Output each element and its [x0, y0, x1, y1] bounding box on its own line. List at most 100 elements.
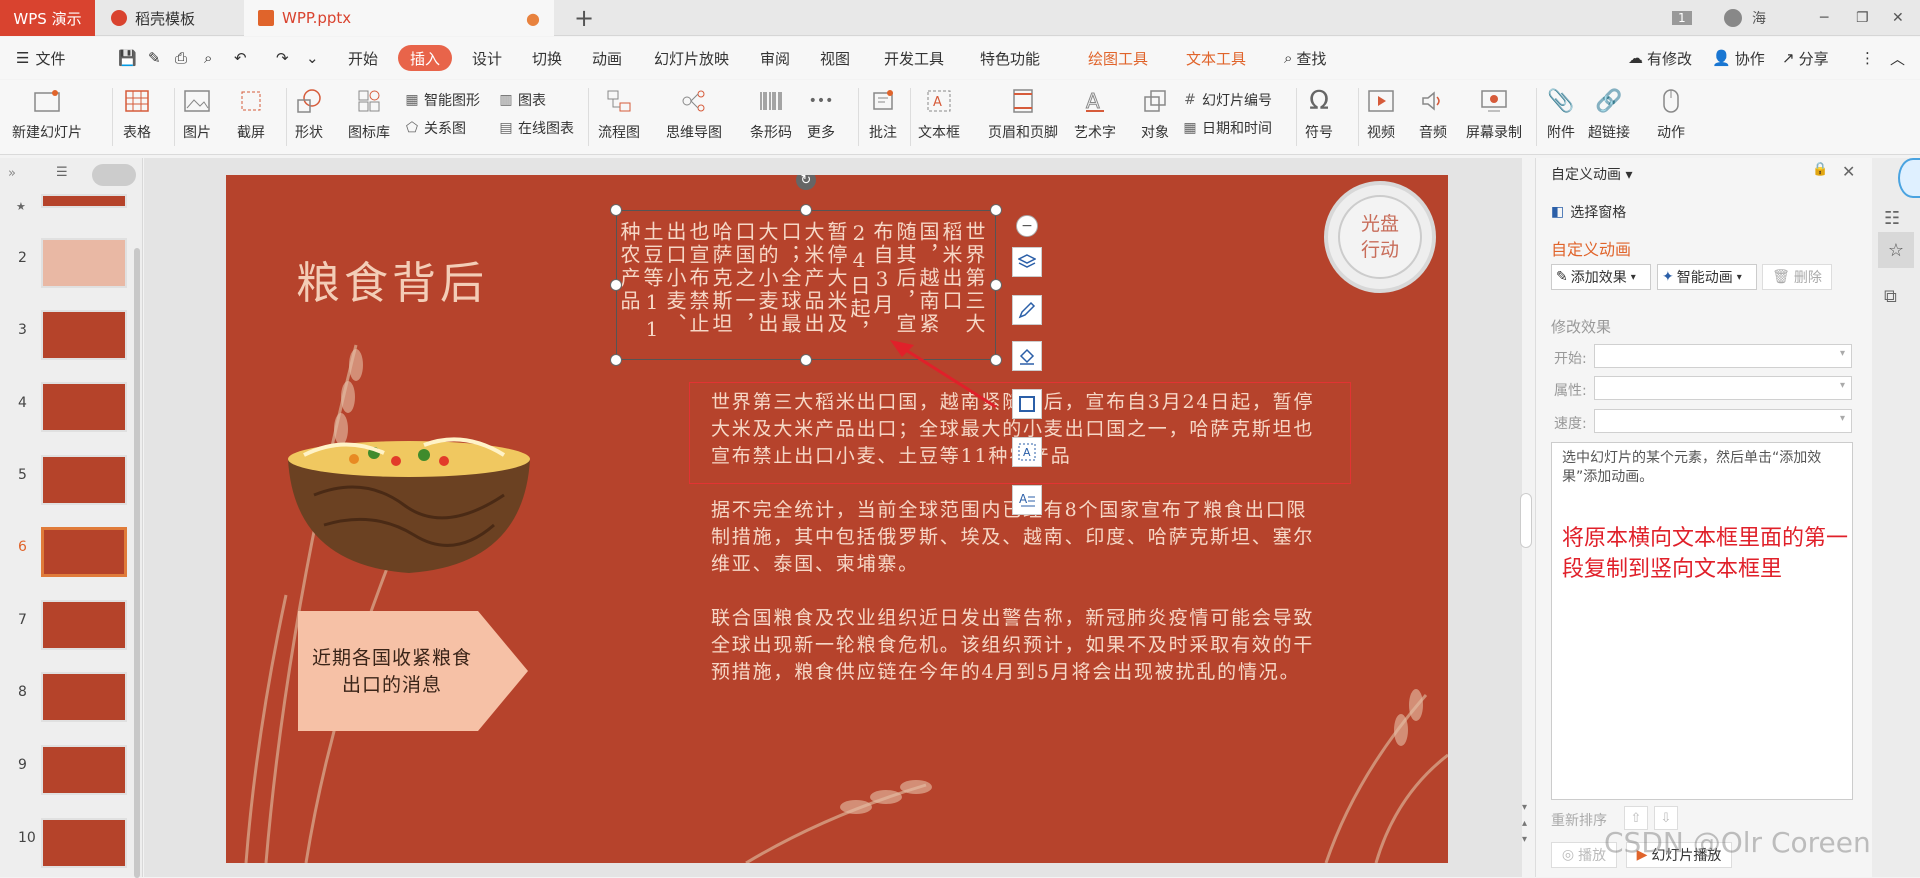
more-menu-icon[interactable]: ⋮ — [1860, 45, 1875, 71]
slide-thumbnail-active[interactable] — [41, 527, 127, 577]
more-button[interactable]: ••• 更多 — [806, 86, 836, 142]
menu-slideshow[interactable]: 幻灯片放映 — [654, 45, 729, 71]
symbol-button[interactable]: Ω 符号 — [1304, 86, 1334, 142]
collapse-ribbon-icon[interactable]: ︿ — [1890, 45, 1905, 71]
format-painter-icon[interactable]: ✎ — [148, 45, 161, 71]
slide-thumbnail[interactable] — [41, 455, 127, 505]
start-select[interactable]: ▾ — [1594, 344, 1852, 368]
minimize-icon[interactable]: ─ — [1820, 0, 1828, 36]
action-button[interactable]: 动作 — [1656, 86, 1686, 142]
menu-features[interactable]: 特色功能 — [980, 45, 1040, 71]
workspace-scrollbar[interactable] — [1520, 493, 1532, 548]
settings-sliders-icon[interactable]: ☷ — [1884, 208, 1900, 229]
slide-canvas[interactable]: 粮食背后 光盘 行动 近期各国收紧粮食出口的消息 世界第三大稻米出口国，越南紧随… — [226, 175, 1448, 863]
save-icon[interactable]: 💾 — [118, 45, 137, 71]
transition-icon[interactable]: ⧉ — [1884, 286, 1897, 307]
icon-library-button[interactable]: 图标库 — [348, 86, 390, 142]
new-tab-button[interactable]: + — [572, 0, 596, 36]
animation-star-icon[interactable]: ☆ — [1878, 232, 1914, 268]
relation-chart-button[interactable]: ⬠ 关系图 — [404, 118, 466, 138]
image-button[interactable]: 图片 — [182, 86, 212, 142]
user-profile[interactable]: 海 — [1724, 0, 1766, 36]
slide-view-icon[interactable] — [92, 164, 136, 186]
speed-select[interactable]: ▾ — [1594, 409, 1852, 433]
slide-thumbnail[interactable] — [41, 600, 127, 650]
resize-handle[interactable] — [610, 279, 622, 291]
new-slide-button[interactable]: 新建幻灯片 — [12, 86, 82, 142]
undo-icon[interactable]: ↶ — [234, 45, 247, 71]
pen-icon[interactable] — [1012, 295, 1042, 325]
preview-icon[interactable]: ⌕ — [204, 45, 212, 71]
smart-art-button[interactable]: ▦ 智能图形 — [404, 90, 480, 110]
file-menu[interactable]: ☰ 文件 — [16, 45, 65, 71]
slide-title[interactable]: 粮食背后 — [296, 247, 488, 311]
close-icon[interactable]: ✕ — [1892, 0, 1904, 36]
cd-badge[interactable]: 光盘 行动 — [1324, 181, 1436, 293]
tab-document[interactable]: WPP.pptx ● — [244, 0, 554, 36]
delete-button[interactable]: 🗑 删除 — [1762, 264, 1832, 290]
share-button[interactable]: ↗ 分享 — [1782, 45, 1829, 71]
changes-button[interactable]: ☁ 有修改 — [1628, 45, 1692, 71]
menu-view[interactable]: 视图 — [820, 45, 850, 71]
art-text-button[interactable]: A 艺术字 — [1074, 86, 1116, 142]
slide-thumbnail[interactable] — [41, 194, 127, 208]
menu-insert[interactable]: 插入 — [398, 45, 453, 71]
hyperlink-button[interactable]: 🔗 超链接 — [1588, 86, 1630, 142]
table-button[interactable]: 表格 — [122, 86, 152, 142]
paragraph-3[interactable]: 联合国粮食及农业组织近日发出警告称，新冠肺炎疫情可能会导致全球出现新一轮粮食危机… — [711, 605, 1321, 686]
slide-number-button[interactable]: # 幻灯片编号 — [1182, 90, 1272, 110]
resize-handle[interactable] — [800, 204, 812, 216]
resize-handle[interactable] — [800, 354, 812, 366]
fill-bucket-icon[interactable] — [1012, 341, 1042, 371]
quick-access-dropdown-icon[interactable]: ⌄ — [306, 45, 319, 71]
print-icon[interactable]: ⎙ — [175, 45, 187, 71]
menu-drawing-tools[interactable]: 绘图工具 — [1088, 45, 1148, 71]
outline-view-icon[interactable]: ☰ — [56, 165, 68, 180]
layers-icon[interactable] — [1012, 247, 1042, 277]
header-footer-button[interactable]: 页眉和页脚 — [988, 86, 1058, 142]
slide-thumbnail[interactable] — [41, 745, 127, 795]
textbox-button[interactable]: A 文本框 — [918, 86, 960, 142]
audio-button[interactable]: 音频 — [1418, 86, 1448, 142]
resize-handle[interactable] — [990, 279, 1002, 291]
screenshot-button[interactable]: 截屏 — [236, 86, 266, 142]
slide-thumbnail[interactable] — [41, 818, 127, 868]
thumbnail-scrollbar[interactable] — [134, 248, 140, 878]
close-panel-icon[interactable]: ✕ — [1842, 162, 1855, 181]
comment-button[interactable]: 批注 — [868, 86, 898, 142]
tab-wps[interactable]: WPS 演示 — [0, 0, 95, 36]
panel-title[interactable]: 自定义动画 ▾ — [1551, 164, 1632, 184]
menu-text-tools[interactable]: 文本工具 — [1186, 45, 1246, 71]
mindmap-button[interactable]: 思维导图 — [666, 86, 722, 142]
flowchart-button[interactable]: 流程图 — [598, 86, 640, 142]
attachment-button[interactable]: 📎 附件 — [1546, 86, 1576, 142]
resize-handle[interactable] — [610, 204, 622, 216]
lock-icon[interactable]: 🔒 — [1812, 162, 1828, 177]
menu-transition[interactable]: 切换 — [532, 45, 562, 71]
panel-scroll-arrows[interactable]: ▾ ▴ ▾ — [1522, 800, 1534, 860]
text-format-icon[interactable]: A — [1012, 437, 1042, 467]
redo-icon[interactable]: ↷ — [276, 45, 289, 71]
resize-handle[interactable] — [610, 354, 622, 366]
property-select[interactable]: ▾ — [1594, 376, 1852, 400]
slide-thumbnail[interactable] — [41, 672, 127, 722]
menu-review[interactable]: 审阅 — [760, 45, 790, 71]
add-effect-button[interactable]: ✎ 添加效果 ▾ — [1551, 264, 1651, 290]
slide-thumbnail[interactable] — [41, 238, 127, 288]
menu-animation[interactable]: 动画 — [592, 45, 622, 71]
collapse-toolbar-icon[interactable]: − — [1016, 215, 1038, 237]
chart-button[interactable]: ▥ 图表 — [498, 90, 546, 110]
menu-search[interactable]: ⌕ 查找 — [1284, 45, 1326, 71]
menu-developer[interactable]: 开发工具 — [884, 45, 944, 71]
expand-panel-icon[interactable]: » — [8, 166, 16, 181]
shape-button[interactable]: 形状 — [294, 86, 324, 142]
object-button[interactable]: 对象 — [1140, 86, 1170, 142]
restore-icon[interactable]: ❐ — [1856, 0, 1869, 36]
assistant-avatar[interactable] — [1898, 158, 1920, 198]
resize-handle[interactable] — [990, 204, 1002, 216]
datetime-button[interactable]: ▦ 日期和时间 — [1182, 118, 1272, 138]
window-count-badge[interactable]: 1 — [1672, 0, 1692, 36]
tab-docer[interactable]: 稻壳模板 — [97, 0, 242, 36]
screen-record-button[interactable]: 屏幕录制 — [1466, 86, 1522, 142]
video-button[interactable]: 视频 — [1366, 86, 1396, 142]
